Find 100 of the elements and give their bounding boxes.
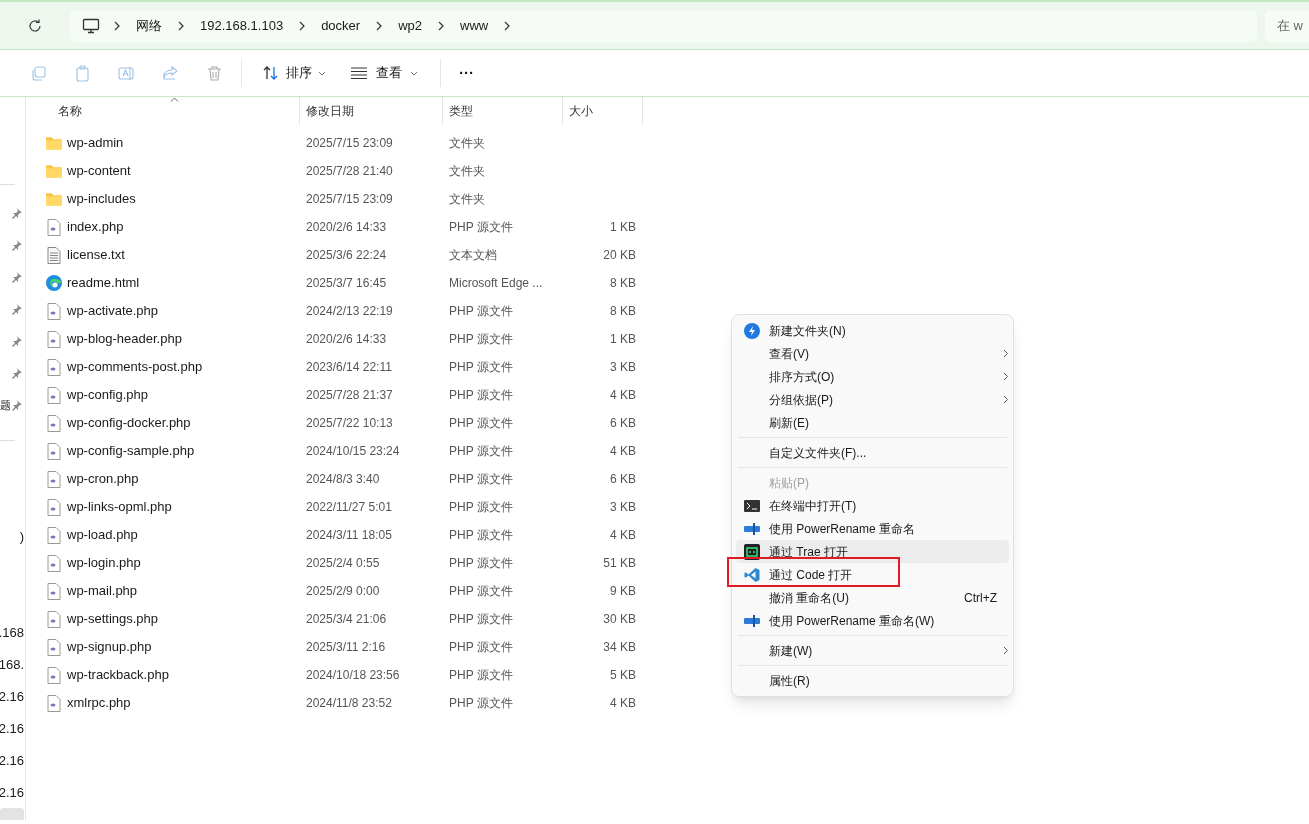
file-name[interactable]: wp-load.php: [67, 525, 138, 545]
menu-item[interactable]: 属性(R): [736, 669, 1009, 692]
sidebar-item[interactable]: 168.: [0, 655, 24, 675]
file-name[interactable]: wp-settings.php: [67, 609, 159, 629]
file-name[interactable]: wp-config.php: [67, 385, 148, 405]
table-cell: PHP 源文件: [449, 416, 513, 431]
table-cell-text: 4 KB: [610, 443, 636, 460]
table-cell: PHP 源文件: [449, 304, 513, 319]
table-cell: PHP 源文件: [449, 472, 513, 487]
breadcrumb[interactable]: wp2: [396, 15, 425, 36]
table-cell-text: 8 KB: [610, 275, 636, 292]
table-cell: PHP 源文件: [449, 220, 513, 235]
menu-item[interactable]: 自定义文件夹(F)...: [736, 441, 1009, 464]
table-cell: 2025/7/28 21:37: [306, 388, 393, 403]
file-name[interactable]: wp-cron.php: [67, 469, 139, 489]
sidebar-item[interactable]: .168: [0, 623, 24, 643]
table-cell-text: 4 KB: [610, 695, 636, 712]
column-header[interactable]: 名称: [26, 97, 300, 125]
menu-item[interactable]: 使用 PowerRename 重命名: [736, 517, 1009, 540]
table-cell: Microsoft Edge ...: [449, 276, 543, 291]
table-cell: PHP 源文件: [449, 640, 513, 655]
file-name[interactable]: wp-links-opml.php: [67, 497, 172, 517]
table-cell-text: 34 KB: [603, 639, 636, 656]
table-cell: PHP 源文件: [449, 444, 513, 459]
breadcrumb[interactable]: 192.168.1.103: [198, 15, 286, 36]
table-cell: 2025/3/4 21:06: [306, 612, 387, 627]
table-cell: 2025/3/7 16:45: [306, 276, 387, 291]
breadcrumb[interactable]: docker: [319, 15, 363, 36]
table-cell: 2025/2/9 0:00: [306, 584, 380, 599]
table-cell: PHP 源文件: [449, 696, 513, 711]
table-cell: PHP 源文件: [449, 500, 513, 515]
table-cell: PHP 源文件: [449, 360, 513, 375]
menu-item[interactable]: 刷新(E): [736, 411, 1009, 434]
file-name[interactable]: wp-comments-post.php: [67, 357, 203, 377]
menu-item[interactable]: 通过 Trae 打开: [736, 540, 1009, 563]
breadcrumb[interactable]: 网络: [134, 15, 164, 36]
table-cell: 文件夹: [449, 136, 485, 151]
menu-item[interactable]: 撤消 重命名(U) Ctrl+Z: [736, 586, 1009, 609]
file-name[interactable]: wp-config-docker.php: [67, 413, 191, 433]
file-name[interactable]: index.php: [67, 217, 124, 237]
table-cell: PHP 源文件: [449, 612, 513, 627]
table-cell-text: 5 KB: [610, 667, 636, 684]
sidebar-item[interactable]: 2.16: [0, 719, 24, 739]
file-name[interactable]: wp-config-sample.php: [67, 441, 195, 461]
column-header[interactable]: 大小: [563, 97, 643, 125]
menu-item[interactable]: 查看(V): [736, 342, 1009, 365]
sidebar-item[interactable]: 题: [0, 400, 11, 411]
menu-item[interactable]: 新建(W): [736, 639, 1009, 662]
menu-item[interactable]: 使用 PowerRename 重命名(W): [736, 609, 1009, 632]
table-cell: 2025/7/15 23:09: [306, 192, 393, 207]
menu-item[interactable]: 在终端中打开(T): [736, 494, 1009, 517]
file-name[interactable]: wp-mail.php: [67, 581, 138, 601]
table-cell: 2024/10/15 23:24: [306, 444, 400, 459]
file-name[interactable]: wp-login.php: [67, 553, 141, 573]
sort-button[interactable]: 排序: [254, 58, 334, 88]
table-cell: 2025/7/22 10:13: [306, 416, 393, 431]
column-header[interactable]: 类型: [443, 97, 563, 125]
table-cell-text: 51 KB: [603, 555, 636, 572]
table-cell-text: 1 KB: [610, 219, 636, 236]
table-cell: PHP 源文件: [449, 528, 513, 543]
file-name[interactable]: wp-includes: [67, 189, 136, 209]
file-name[interactable]: license.txt: [67, 245, 125, 265]
menu-item[interactable]: 分组依据(P): [736, 388, 1009, 411]
table-cell-text: 20 KB: [603, 247, 636, 264]
breadcrumb[interactable]: www: [458, 15, 491, 36]
table-cell: 2025/7/28 21:40: [306, 164, 393, 179]
table-cell: 2025/7/15 23:09: [306, 136, 393, 151]
table-cell: 文本文档: [449, 248, 497, 263]
menu-item[interactable]: 排序方式(O): [736, 365, 1009, 388]
file-name[interactable]: readme.html: [67, 273, 140, 293]
table-cell: 2020/2/6 14:33: [306, 220, 387, 235]
file-name[interactable]: wp-signup.php: [67, 637, 152, 657]
sidebar-item[interactable]: 2.16: [0, 687, 24, 707]
file-name[interactable]: wp-admin: [67, 133, 124, 153]
table-cell: 2025/2/4 0:55: [306, 556, 380, 571]
table-cell: PHP 源文件: [449, 584, 513, 599]
sidebar-item[interactable]: 2.16: [0, 783, 24, 803]
file-name[interactable]: wp-activate.php: [67, 301, 159, 321]
table-cell: 文件夹: [449, 164, 485, 179]
address-bar[interactable]: 网络 192.168.1.103 docker wp2 www: [70, 9, 1257, 42]
table-cell: PHP 源文件: [449, 668, 513, 683]
column-header[interactable]: 修改日期: [300, 97, 443, 125]
search-field[interactable]: 在 w: [1265, 9, 1309, 42]
file-name[interactable]: wp-blog-header.php: [67, 329, 182, 349]
file-name[interactable]: xmlrpc.php: [67, 693, 131, 713]
table-cell: 2024/2/13 22:19: [306, 304, 393, 319]
sidebar-item[interactable]: ): [19, 527, 24, 547]
more-button[interactable]: ···: [451, 58, 482, 88]
view-button[interactable]: 查看: [342, 58, 426, 88]
sidebar-item[interactable]: 2.16: [0, 751, 24, 771]
file-name[interactable]: wp-trackback.php: [67, 665, 169, 685]
table-cell: 2023/6/14 22:11: [306, 360, 392, 375]
file-name[interactable]: wp-content: [67, 161, 131, 181]
table-cell: 2024/3/11 18:05: [306, 528, 392, 543]
table-cell: PHP 源文件: [449, 556, 513, 571]
table-cell-text: 4 KB: [610, 527, 636, 544]
table-cell: 2022/11/27 5:01: [306, 500, 392, 515]
table-cell-text: 6 KB: [610, 471, 636, 488]
menu-item[interactable]: 新建文件夹(N): [736, 319, 1009, 342]
menu-item[interactable]: 通过 Code 打开: [736, 563, 1009, 586]
